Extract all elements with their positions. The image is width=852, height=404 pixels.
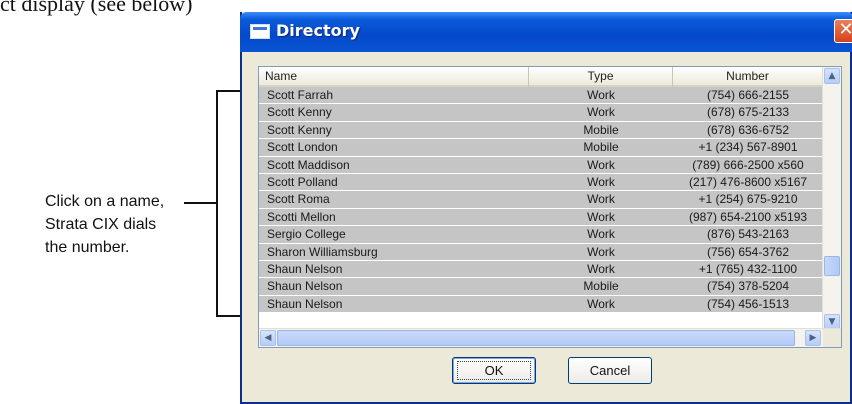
type-cell: Work — [587, 261, 615, 276]
name-cell: Shaun Nelson — [267, 296, 343, 311]
callout-line-3: the number. — [45, 239, 130, 256]
table-row[interactable]: Scott Farrah Work (754) 666-2155 — [259, 87, 823, 105]
table-row[interactable]: Shaun Nelson Work +1 (765) 432-1100 — [259, 260, 823, 279]
table-row[interactable]: Scott London Mobile +1 (234) 567-8901 — [259, 139, 823, 157]
callout-line-2: Strata CIX dials — [45, 216, 157, 233]
cancel-button[interactable]: Cancel — [568, 357, 652, 384]
name-cell: Shaun Nelson — [267, 261, 343, 276]
table-row[interactable]: Sergio College Work (876) 543-2163 — [259, 226, 823, 244]
name-cell: Scott Maddison — [267, 157, 350, 172]
horizontal-scrollbar[interactable]: ◀ ▶ — [259, 328, 841, 347]
name-cell: Scott Kenny — [267, 122, 332, 137]
callout-text: Click on a name, Strata CIX dials the nu… — [45, 190, 185, 259]
title-bar[interactable]: Directory ✕ — [240, 12, 852, 52]
type-cell: Work — [587, 157, 615, 172]
number-cell: +1 (234) 567-8901 — [698, 140, 798, 155]
window-icon — [250, 24, 270, 39]
type-cell: Work — [587, 88, 615, 102]
table-row[interactable]: Scotti Mellon Work (987) 654-2100 x5193 — [259, 208, 823, 227]
table-row[interactable]: Scott Maddison Work (789) 666-2500 x560 — [259, 156, 823, 174]
focus-rect — [457, 361, 531, 380]
number-cell: (987) 654-2100 x5193 — [688, 209, 808, 224]
column-header-type[interactable]: Type — [529, 67, 673, 87]
type-cell: Mobile — [583, 279, 619, 294]
scroll-left-icon[interactable]: ◀ — [260, 330, 276, 346]
table-row[interactable]: Shaun Nelson Work (754) 456-1513 — [259, 295, 823, 314]
number-cell: (678) 636-6752 — [706, 122, 790, 137]
callout-leader-line — [184, 202, 218, 204]
vertical-scroll-thumb[interactable] — [824, 256, 840, 276]
number-cell: (789) 666-2500 x560 — [692, 157, 804, 172]
directory-list[interactable]: Name Type Number Scott Farrah Work (754) 6… — [258, 66, 842, 348]
type-cell: Mobile — [583, 140, 619, 155]
name-cell: Scott Roma — [267, 192, 330, 207]
type-cell: Mobile — [583, 122, 619, 137]
column-header-name[interactable]: Name — [259, 67, 529, 87]
table-row[interactable]: Scott Kenny Work (678) 675-2133 — [259, 104, 823, 122]
name-cell: Scott Polland — [267, 174, 338, 189]
number-cell: (217) 476-8600 x5167 — [688, 174, 808, 189]
type-cell: Work — [587, 192, 615, 207]
page-text-fragment: ct display (see below) — [0, 0, 193, 16]
window-title: Directory — [276, 21, 360, 40]
number-cell: (678) 675-2133 — [706, 105, 790, 120]
number-cell: (876) 543-2163 — [706, 227, 790, 242]
horizontal-scroll-thumb[interactable] — [277, 330, 795, 346]
close-icon[interactable]: ✕ — [834, 19, 852, 43]
table-row[interactable]: Scott Roma Work +1 (254) 675-9210 — [259, 191, 823, 209]
type-cell: Work — [587, 244, 615, 259]
scroll-right-icon[interactable]: ▶ — [805, 330, 821, 346]
list-rows: Scott Farrah Work (754) 666-2155 Scott Kenn… — [259, 87, 823, 314]
ok-button[interactable]: OK — [452, 357, 536, 384]
scrollbar-corner — [823, 329, 841, 347]
column-header-number[interactable]: Number — [673, 67, 823, 87]
type-cell: Work — [587, 105, 615, 120]
number-cell: (756) 654-3762 — [706, 244, 790, 259]
scroll-up-icon[interactable]: ▲ — [824, 68, 840, 84]
list-header: Name Type Number — [259, 67, 823, 87]
name-cell: Shaun Nelson — [267, 279, 343, 294]
callout-line-1: Click on a name, — [45, 193, 165, 210]
number-cell: +1 (765) 432-1100 — [698, 261, 798, 276]
number-cell: (754) 456-1513 — [706, 296, 790, 311]
table-row[interactable]: Shaun Nelson Mobile (754) 378-5204 — [259, 278, 823, 296]
vertical-scrollbar[interactable]: ▲ ▼ — [822, 67, 841, 331]
name-cell: Scott London — [267, 140, 338, 155]
directory-dialog: Directory ✕ Name Type Number Scott Farra… — [240, 12, 852, 404]
table-row[interactable]: Scott Kenny Mobile (678) 636-6752 — [259, 121, 823, 140]
name-cell: Sharon Williamsburg — [267, 244, 378, 259]
type-cell: Work — [587, 227, 615, 242]
type-cell: Work — [587, 296, 615, 311]
number-cell: (754) 666-2155 — [706, 88, 790, 102]
name-cell: Scott Kenny — [267, 105, 332, 120]
table-row[interactable]: Scott Polland Work (217) 476-8600 x5167 — [259, 173, 823, 192]
name-cell: Scott Farrah — [267, 88, 334, 102]
table-row[interactable]: Sharon Williamsburg Work (756) 654-3762 — [259, 243, 823, 261]
type-cell: Work — [587, 209, 615, 224]
type-cell: Work — [587, 174, 615, 189]
name-cell: Sergio College — [267, 227, 346, 242]
name-cell: Scotti Mellon — [267, 209, 336, 224]
number-cell: +1 (254) 675-9210 — [698, 192, 798, 207]
number-cell: (754) 378-5204 — [706, 279, 790, 294]
